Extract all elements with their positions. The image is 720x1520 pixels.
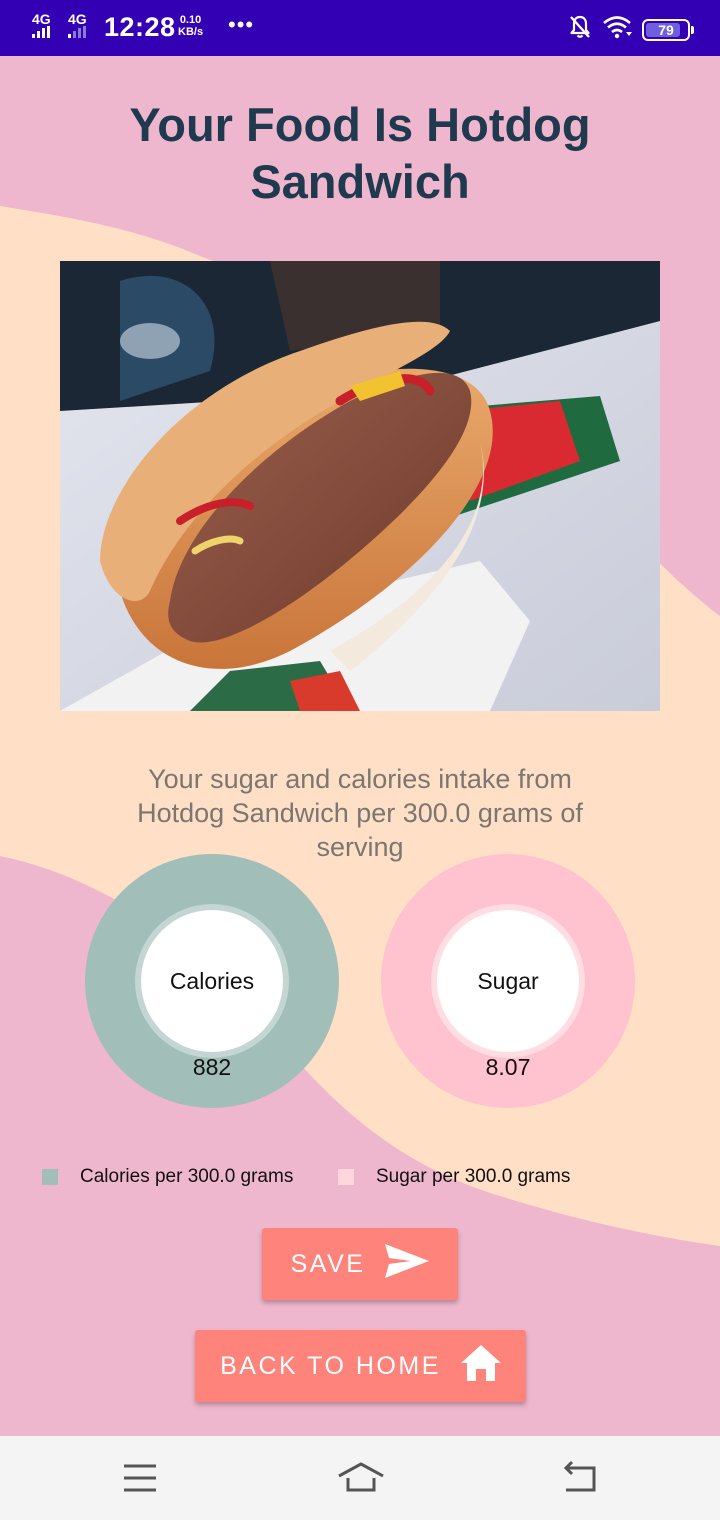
status-bar: 4G 4G 12:28 0.10 KB/s ••• 79	[0, 0, 720, 56]
menu-icon[interactable]	[120, 1460, 160, 1496]
page-title: Your Food Is Hotdog Sandwich	[129, 98, 591, 208]
back-to-home-button[interactable]: BACK TO HOME	[195, 1330, 526, 1402]
send-icon	[385, 1243, 430, 1285]
signal-icon: 4G	[68, 12, 90, 38]
save-button-label: SAVE	[290, 1249, 366, 1278]
speed-unit: KB/s	[178, 26, 204, 38]
battery-level: 79	[658, 21, 674, 38]
sugar-center-label: Sugar	[437, 910, 579, 1052]
battery-icon: 79	[642, 18, 694, 41]
legend-label-calories: Calories per 300.0 grams	[80, 1166, 294, 1187]
signal-icon: 4G	[32, 12, 54, 38]
food-image	[60, 261, 660, 711]
network-type-label: 4G	[68, 11, 87, 27]
sugar-value: 8.07	[485, 1054, 531, 1080]
back-to-home-label: BACK TO HOME	[220, 1351, 441, 1380]
calories-value: 882	[192, 1054, 232, 1080]
system-nav-bar	[0, 1436, 720, 1520]
home-icon	[460, 1344, 501, 1388]
calories-center-label: Calories	[141, 910, 283, 1052]
legend-swatch-sugar	[338, 1169, 354, 1185]
more-notifications-icon: •••	[228, 12, 255, 37]
network-speed: 0.10 KB/s	[178, 14, 203, 38]
sugar-donut-chart: Sugar 8.07	[381, 854, 635, 1108]
legend-item-sugar: Sugar per 300.0 grams	[338, 1166, 570, 1188]
calories-donut-chart: Calories 882	[85, 854, 339, 1108]
legend-label-sugar: Sugar per 300.0 grams	[376, 1166, 571, 1187]
back-icon[interactable]	[560, 1460, 600, 1496]
network-type-label: 4G	[32, 11, 51, 27]
mute-bell-icon	[568, 14, 592, 45]
home-nav-icon[interactable]	[336, 1460, 386, 1496]
save-button[interactable]: SAVE	[262, 1228, 458, 1300]
legend-item-calories: Calories per 300.0 grams	[42, 1166, 293, 1188]
clock: 12:28	[104, 12, 176, 42]
legend-swatch-calories	[42, 1169, 58, 1185]
wifi-icon	[602, 15, 632, 44]
intake-description: Your sugar and calories intake from Hotd…	[137, 764, 583, 862]
speed-value: 0.10	[179, 14, 202, 26]
